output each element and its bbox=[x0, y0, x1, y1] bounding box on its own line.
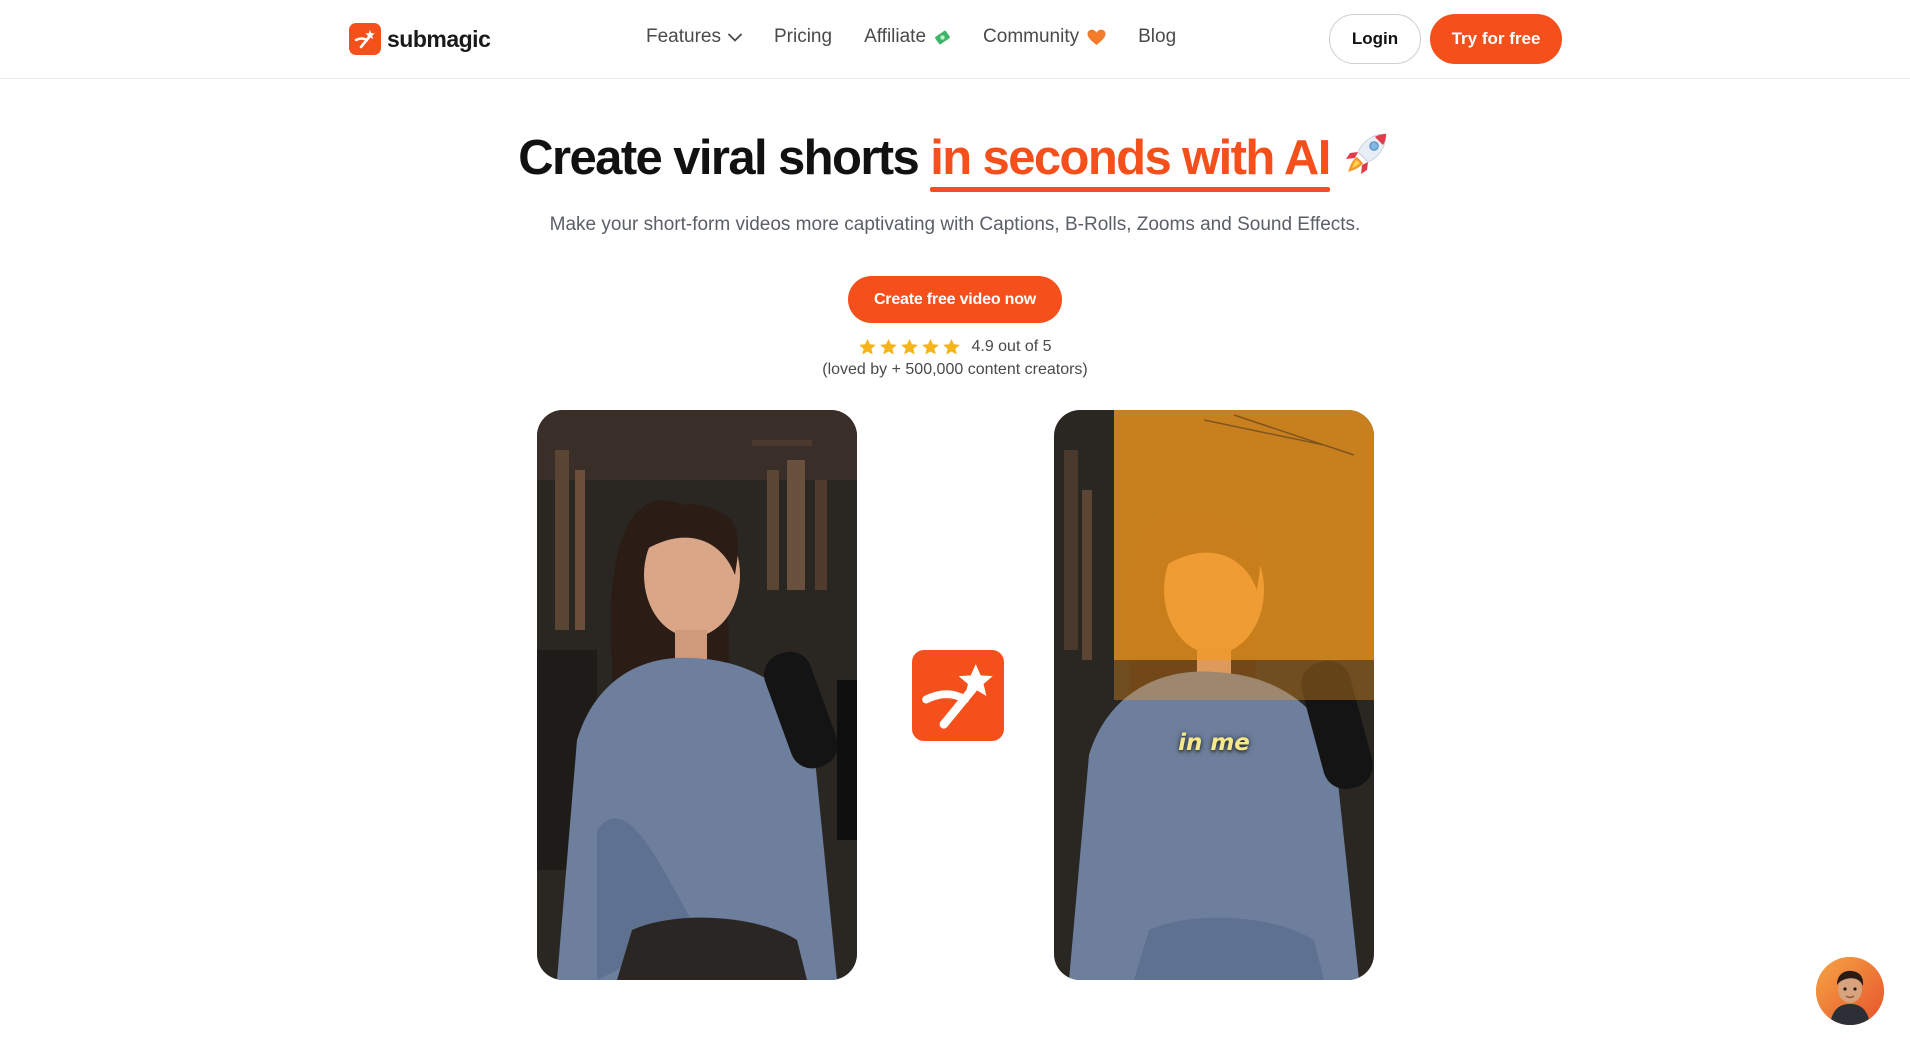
nav-item-blog[interactable]: Blog bbox=[1138, 26, 1176, 48]
login-button[interactable]: Login bbox=[1329, 14, 1421, 64]
nav-item-features[interactable]: Features bbox=[646, 26, 742, 48]
magic-wand-icon bbox=[349, 23, 381, 55]
star-rating bbox=[858, 338, 963, 356]
star-icon bbox=[901, 338, 919, 355]
star-icon bbox=[943, 338, 961, 355]
edited-video[interactable]: in me bbox=[1054, 410, 1374, 980]
hero-title-main: Create viral shorts bbox=[518, 131, 931, 185]
social-proof-text: (loved by + 500,000 content creators) bbox=[822, 361, 1088, 378]
nav-item-label: Affiliate bbox=[864, 26, 927, 47]
nav-item-affiliate[interactable]: Affiliate bbox=[864, 26, 951, 48]
nav-item-label: Features bbox=[646, 26, 721, 47]
star-icon bbox=[859, 338, 877, 355]
brand-name: submagic bbox=[387, 25, 491, 52]
hero-title: Create viral shorts in seconds with AI bbox=[0, 128, 1910, 192]
support-avatar-icon[interactable] bbox=[1816, 957, 1884, 1025]
nav-item-label: Pricing bbox=[773, 26, 833, 47]
nav-item-label: Blog bbox=[1138, 26, 1177, 47]
hero-title-accent: in seconds with AI bbox=[930, 131, 1331, 192]
main-nav: Features Pricing Affiliate Community Blo… bbox=[646, 26, 1208, 48]
try-for-free-button[interactable]: Try for free bbox=[1430, 14, 1562, 64]
brand-logo[interactable]: submagic bbox=[349, 23, 491, 55]
site-header: submagic Features Pricing Affiliate Comm… bbox=[0, 0, 1910, 79]
rating-row: 4.9 out of 5 bbox=[0, 338, 1910, 356]
rocket-icon bbox=[1342, 128, 1392, 190]
nav-item-community[interactable]: Community bbox=[983, 26, 1106, 48]
money-emoji-icon bbox=[934, 29, 951, 46]
nav-item-label: Community bbox=[983, 26, 1080, 47]
nav-item-pricing[interactable]: Pricing bbox=[774, 26, 832, 48]
video-caption: in me bbox=[1178, 730, 1250, 756]
orange-heart-icon bbox=[1087, 29, 1106, 46]
hero-subtitle: Make your short-form videos more captiva… bbox=[549, 214, 1361, 235]
star-icon bbox=[880, 338, 898, 355]
chevron-down-icon bbox=[728, 26, 742, 48]
magic-wand-icon bbox=[912, 650, 1004, 741]
original-video[interactable] bbox=[537, 410, 857, 980]
star-icon bbox=[922, 338, 940, 355]
create-free-video-button[interactable]: Create free video now bbox=[848, 276, 1062, 323]
rating-text: 4.9 out of 5 bbox=[971, 338, 1052, 355]
